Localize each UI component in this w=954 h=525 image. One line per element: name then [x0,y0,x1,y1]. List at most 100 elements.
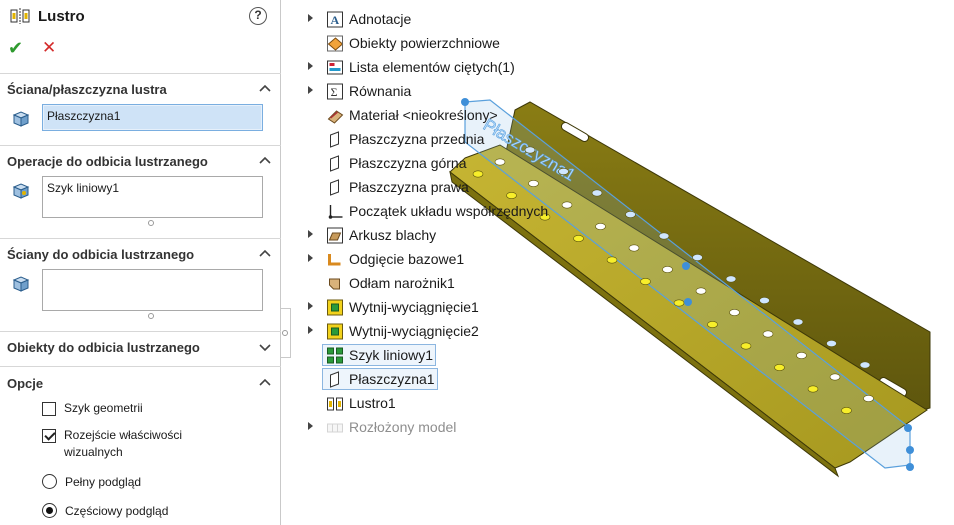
hole [740,342,752,350]
hole [759,297,770,305]
annotations-icon: A [327,11,343,28]
partial-preview-option[interactable]: Częściowy podgląd [42,503,168,518]
section-faces-title[interactable]: Ściany do odbicia lustrzanego [7,247,194,262]
expand-arrow-icon[interactable] [308,86,313,94]
geometry-pattern-option[interactable]: Szyk geometrii [42,401,143,416]
faces-list-field[interactable] [42,269,263,311]
partial-preview-radio[interactable] [42,503,57,518]
cancel-button[interactable]: ✕ [42,38,56,58]
expand-arrow-icon[interactable] [308,326,313,334]
sheet-metal-icon [327,227,343,244]
hole [561,201,573,209]
tree-node[interactable]: Płaszczyzna prawa [300,176,560,198]
tree-node[interactable]: Równania Σ [300,80,560,102]
tree-node[interactable]: Obiekty powierzchniowe [300,32,560,54]
panel-splitter[interactable] [281,308,291,358]
tree-node-label[interactable]: Równania [349,83,411,99]
features-list-field[interactable]: Szyk liniowy1 [42,176,263,218]
hole [628,244,640,252]
tree-node[interactable]: Płaszczyzna1 [300,368,560,390]
tree-node[interactable]: Wytnij-wyciągnięcie2 [300,320,560,342]
tree-node[interactable]: Wytnij-wyciągnięcie1 [300,296,560,318]
hole [595,223,606,231]
mirror-icon [327,397,343,411]
tree-node-label[interactable]: Płaszczyzna górna [349,155,467,171]
tree-node-label[interactable]: Wytnij-wyciągnięcie2 [349,323,479,339]
tree-node-label[interactable]: Rozłożony model [349,419,456,435]
expand-arrow-icon[interactable] [308,14,313,22]
divider [0,238,281,239]
resize-handle[interactable] [148,313,154,319]
resize-handle[interactable] [148,220,154,226]
svg-text:Σ: Σ [331,85,338,99]
plane-handle[interactable] [682,262,690,270]
plane-handle[interactable] [684,298,692,306]
chevron-down-icon[interactable] [259,341,271,353]
expand-arrow-icon[interactable] [308,230,313,238]
hole [692,254,703,262]
tree-node[interactable]: Adnotacje A [300,8,560,30]
hole [591,189,603,197]
hole [640,278,651,286]
propagate-visual-checkbox[interactable] [42,429,56,443]
expand-arrow-icon[interactable] [308,254,313,262]
face-selection-icon [12,111,30,127]
tree-node[interactable]: Płaszczyzna górna [300,152,560,174]
propagate-visual-option[interactable]: Rozejście właściwości wizualnych [42,428,212,461]
tree-node-label[interactable]: Arkusz blachy [349,227,436,243]
chevron-up-icon[interactable] [259,248,271,260]
expand-arrow-icon[interactable] [308,302,313,310]
chevron-up-icon[interactable] [259,155,271,167]
plane-handle[interactable] [906,463,914,471]
divider [0,145,281,146]
tree-node[interactable]: Rozłożony model [300,416,560,438]
tree-node[interactable]: Arkusz blachy [300,224,560,246]
tree-node[interactable]: Odgięcie bazowe1 [300,248,560,270]
ok-button[interactable]: ✔ [8,38,23,59]
hole [695,287,707,295]
faces-selection-icon [12,276,30,292]
section-options-title[interactable]: Opcje [7,376,43,391]
tree-node-label[interactable]: Płaszczyzna przednia [349,131,484,147]
hole [829,373,841,381]
help-icon[interactable]: ? [249,7,267,25]
tree-node-label[interactable]: Adnotacje [349,11,411,27]
tree-node[interactable]: Lustro1 [300,392,560,414]
tree-node-label[interactable]: Wytnij-wyciągnięcie1 [349,299,479,315]
hole [796,351,807,359]
tree-node-label[interactable]: Obiekty powierzchniowe [349,35,500,51]
tree-node-label[interactable]: Początek układu współrzędnych [349,203,548,219]
tree-node[interactable]: Początek układu współrzędnych [300,200,560,222]
expand-arrow-icon[interactable] [308,62,313,70]
features-list-item[interactable]: Szyk liniowy1 [47,181,119,195]
tree-node-label[interactable]: Odłam narożnik1 [349,275,455,291]
tree-node[interactable]: Odłam narożnik1 [300,272,560,294]
tree-node[interactable]: Szyk liniowy1 [300,344,560,366]
section-mirror-face-title[interactable]: Ściana/płaszczyzna lustra [7,82,167,97]
tree-node[interactable]: Płaszczyzna przednia [300,128,560,150]
linear-pattern-icon [327,347,343,364]
plane-handle[interactable] [906,446,914,454]
tree-node[interactable]: Lista elementów ciętych(1) [300,56,560,78]
chevron-up-icon[interactable] [259,83,271,95]
plane-handle[interactable] [904,424,912,432]
corner-break-icon [329,278,340,290]
geometry-pattern-checkbox[interactable] [42,402,56,416]
pm-header: Lustro ? [0,0,281,34]
tree-node-label[interactable]: Odgięcie bazowe1 [349,251,464,267]
section-features-title[interactable]: Operacje do odbicia lustrzanego [7,154,208,169]
full-preview-option[interactable]: Pełny podgląd [42,474,141,489]
section-bodies-title[interactable]: Obiekty do odbicia lustrzanego [7,340,200,355]
tree-node-label[interactable]: Płaszczyzna prawa [349,179,469,195]
surface-bodies-icon [327,35,344,52]
expand-arrow-icon[interactable] [308,422,313,430]
mirror-plane-field[interactable]: Płaszczyzna1 [42,104,263,131]
tree-node-label[interactable]: Materiał <nieokreślony> [349,107,498,123]
tree-node-label[interactable]: Lista elementów ciętych(1) [349,59,515,75]
chevron-up-icon[interactable] [259,377,271,389]
equations-icon: Σ [327,83,343,100]
geometry-pattern-label: Szyk geometrii [64,401,143,415]
tree-node[interactable]: Materiał <nieokreślony> [300,104,560,126]
tree-node-label[interactable]: Lustro1 [349,395,396,411]
full-preview-radio[interactable] [42,474,57,489]
